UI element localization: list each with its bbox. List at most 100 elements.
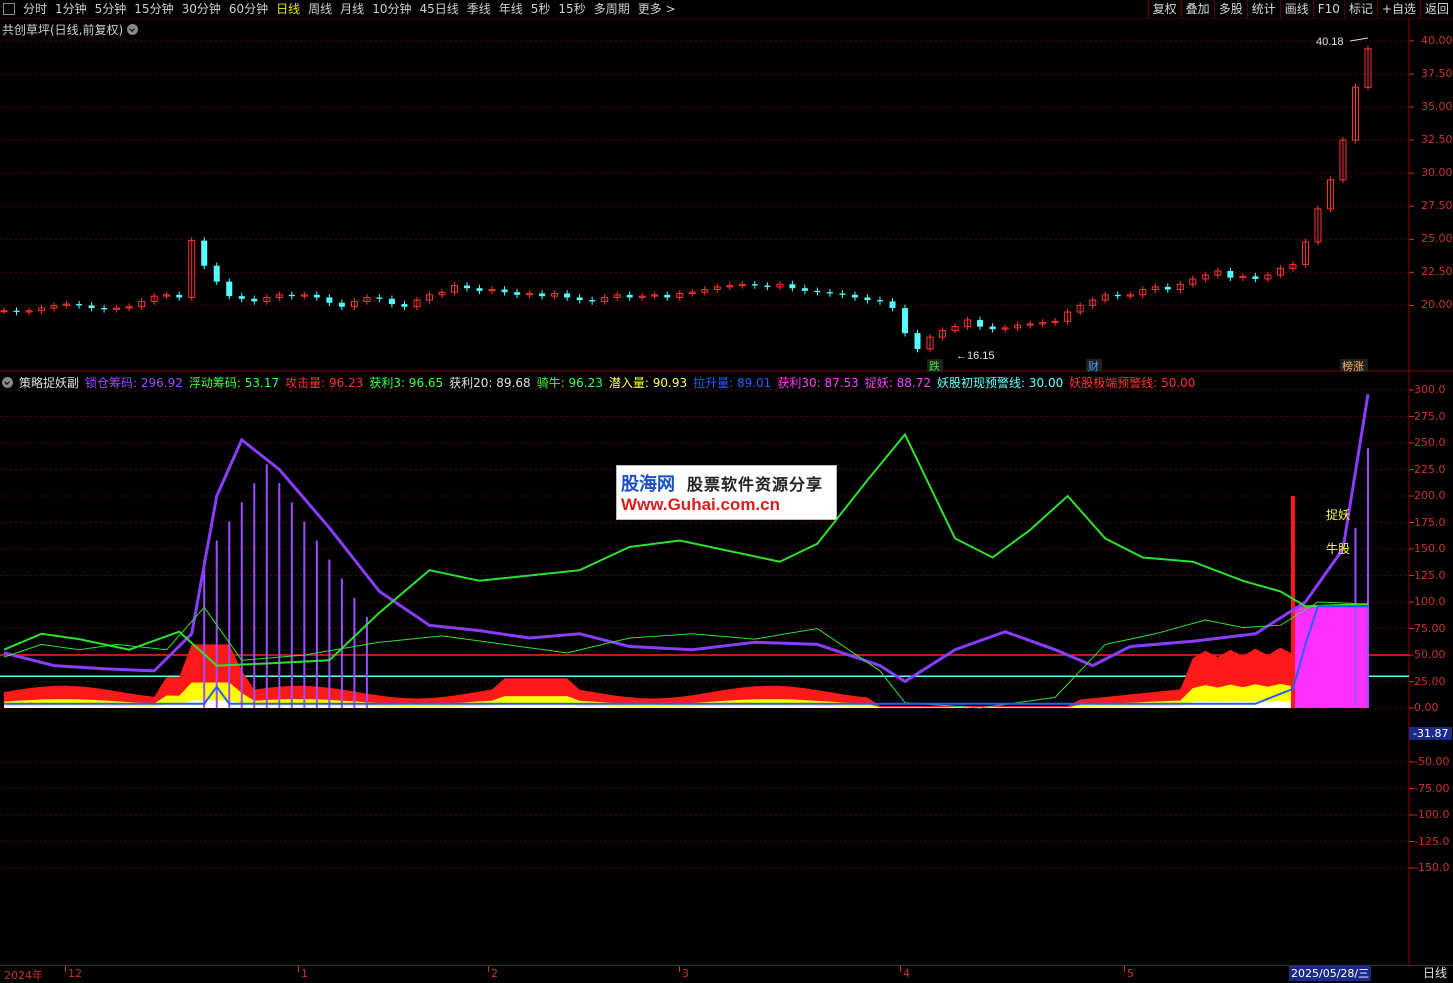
candle-down: [989, 326, 996, 330]
watermark-slogan: 股票软件资源分享: [687, 475, 824, 494]
indicator-title: 策略捉妖副 锁仓筹码: 296.92 浮动筹码: 53.17 攻击量: 96.23 获…: [2, 374, 1195, 391]
period-16[interactable]: 更多 >: [634, 0, 680, 18]
candle-down: [376, 297, 383, 299]
period-14[interactable]: 15秒: [554, 0, 589, 18]
toolbar-button-1[interactable]: 叠加: [1180, 0, 1214, 18]
indicator-menu-icon[interactable]: [2, 377, 13, 388]
indicator-tick-label: 75.00: [1414, 621, 1446, 635]
date-axis: 2024年 12 1 2 3 4 5 2025/05/28/三 日线: [0, 965, 1453, 982]
candle-down: [789, 284, 796, 289]
toolbar-button-6[interactable]: 标记: [1343, 0, 1377, 18]
indicator-name: 策略捉妖副: [19, 376, 80, 390]
event-badge-1: 财: [1088, 359, 1099, 373]
indicator-value-11: 妖股极端预警线: 50.00: [1069, 376, 1196, 390]
layout-grid-icon[interactable]: [3, 3, 15, 15]
toolbar-button-2[interactable]: 多股: [1213, 0, 1247, 18]
indicator-tick-label: 275.0: [1414, 409, 1446, 423]
period-4[interactable]: 30分钟: [178, 0, 225, 18]
candle-down: [1114, 294, 1121, 297]
candle-down: [1227, 271, 1234, 278]
period-10[interactable]: 45日线: [415, 0, 462, 18]
period-2[interactable]: 5分钟: [91, 0, 131, 18]
indicator-tick-label: 50.00: [1414, 648, 1446, 661]
period-9[interactable]: 10分钟: [368, 0, 415, 18]
period-3[interactable]: 15分钟: [130, 0, 177, 18]
price-tick-label: 27.50: [1421, 199, 1453, 213]
indicator-value-6: 潜入量: 90.93: [608, 376, 688, 390]
price-tick-label: 32.50: [1421, 133, 1453, 147]
candle-down: [251, 298, 258, 302]
candle-down: [864, 297, 871, 301]
candle-down: [901, 308, 908, 334]
candle-down: [876, 300, 883, 302]
candle-down: [88, 305, 95, 309]
price-tick-label: 30.00: [1421, 166, 1453, 180]
date-tick: [298, 966, 299, 972]
candle-down: [626, 294, 633, 298]
candle-down: [564, 293, 571, 298]
candle-down: [201, 240, 208, 266]
candle-down: [1252, 276, 1259, 279]
date-label-2: 1: [301, 967, 308, 980]
indicator-tick-label: 125.0: [1414, 568, 1446, 582]
selected-date: 2025/05/28/三: [1289, 966, 1372, 981]
date-label-1: 12: [68, 967, 82, 980]
candle-down: [764, 285, 771, 287]
indicator-value-3: 获利3: 96.65: [369, 376, 444, 390]
indicator-value-7: 拉升量: 89.01: [693, 376, 772, 390]
period-5[interactable]: 60分钟: [225, 0, 272, 18]
candle-down: [514, 292, 521, 295]
right-toolbar: 复权 叠加 多股 统计 画线 F10 标记 +自选 返回: [1147, 0, 1453, 18]
period-7[interactable]: 周线: [304, 0, 336, 18]
period-toolbar: 分时 1分钟 5分钟 15分钟 30分钟 60分钟 日线 周线 月线 10分钟 45日线 季线 年线 5秒…: [0, 0, 1453, 19]
candle-down: [576, 297, 583, 301]
date-tick: [679, 966, 680, 972]
candle-down: [288, 294, 295, 297]
period-label[interactable]: 日线: [1423, 966, 1447, 981]
date-tick: [488, 966, 489, 972]
candle-down: [1164, 286, 1171, 290]
price-tick-label: 25.00: [1421, 232, 1453, 246]
candle-down: [851, 294, 858, 298]
indicator-tick-label: -150.0: [1414, 861, 1450, 874]
period-13[interactable]: 5秒: [527, 0, 555, 18]
price-tick-label: 40.00: [1421, 34, 1453, 47]
candle-down: [914, 333, 921, 350]
candle-down: [313, 294, 320, 298]
indicator-value-4: 获利20: 89.68: [449, 376, 531, 390]
toolbar-button-8[interactable]: 返回: [1419, 0, 1453, 18]
date-label-6: 5: [1127, 967, 1134, 980]
signal-label-1: 牛股: [1326, 541, 1350, 556]
period-list: 分时 1分钟 5分钟 15分钟 30分钟 60分钟 日线 周线 月线 10分钟 45日线 季线 年线 5秒…: [19, 0, 680, 18]
candle-down: [826, 292, 833, 294]
period-6[interactable]: 日线: [272, 0, 304, 18]
event-badge-2: 榜涨: [1342, 359, 1364, 373]
period-15[interactable]: 多周期: [590, 0, 634, 18]
indicator-tick-label: 175.0: [1414, 515, 1446, 529]
watermark-logo: 股海网 股票软件资源分享 Www.Guhai.com.cn: [616, 465, 837, 520]
toolbar-button-0[interactable]: 复权: [1147, 0, 1181, 18]
price-tick-label: 35.00: [1421, 100, 1453, 114]
indicator-tick-label: -50.00: [1414, 755, 1450, 768]
period-0[interactable]: 分时: [19, 0, 51, 18]
indicator-value-2: 攻击量: 96.23: [285, 376, 364, 390]
candle-down: [476, 288, 483, 291]
candle-down: [101, 308, 108, 310]
period-11[interactable]: 季线: [463, 0, 495, 18]
toolbar-button-7[interactable]: +自选: [1376, 0, 1420, 18]
toolbar-button-5[interactable]: F10: [1312, 0, 1344, 18]
candle-down: [326, 297, 333, 303]
toolbar-button-4[interactable]: 画线: [1279, 0, 1313, 18]
event-badge-0: 跌: [929, 359, 940, 373]
indicator-tick-label: 0.00: [1414, 701, 1439, 714]
period-12[interactable]: 年线: [495, 0, 527, 18]
date-label-5: 4: [903, 967, 910, 980]
candle-down: [664, 294, 671, 298]
candle-down: [401, 304, 408, 307]
period-8[interactable]: 月线: [336, 0, 368, 18]
signal-bar: [1290, 496, 1295, 708]
candle-down: [238, 296, 245, 299]
period-1[interactable]: 1分钟: [51, 0, 91, 18]
toolbar-button-3[interactable]: 统计: [1246, 0, 1280, 18]
date-tick: [65, 966, 66, 972]
